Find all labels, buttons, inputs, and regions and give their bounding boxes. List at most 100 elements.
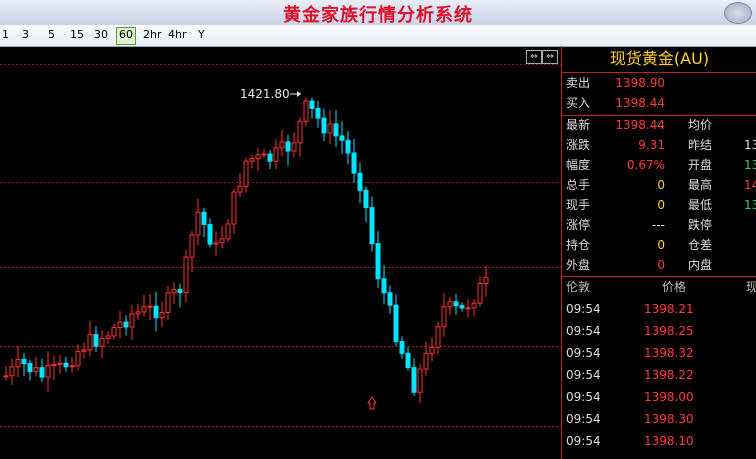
- buy-value: 1398.44: [615, 96, 665, 110]
- quote-row-sell: 卖出 1398.90: [562, 73, 756, 93]
- candle-body: [21, 358, 27, 365]
- candle-body: [189, 234, 195, 258]
- percent-value: 0.67%: [626, 158, 665, 172]
- candle-body: [321, 117, 327, 134]
- candle-body: [399, 341, 405, 354]
- quote-row: 幅度 0.67% 开盘 13: [562, 155, 756, 175]
- tick-time: 09:54: [566, 434, 601, 448]
- candle-body: [249, 158, 255, 162]
- tick-price: 1398.32: [644, 346, 694, 360]
- period-1[interactable]: 1: [0, 27, 11, 43]
- period-3[interactable]: 3: [20, 27, 31, 43]
- chart-grid: [0, 64, 561, 427]
- candle-body: [111, 327, 117, 337]
- candle-body: [351, 152, 357, 174]
- candle-body: [87, 334, 93, 351]
- open-interest-label: 持仓: [566, 238, 591, 252]
- candle-body: [339, 135, 345, 141]
- interest-change-label: 仓差: [688, 238, 713, 252]
- quote-row: 总手 0 最高 14: [562, 175, 756, 195]
- tick-row: 09:54 1398.22: [562, 364, 756, 386]
- candle-body: [93, 334, 99, 347]
- candle-body: [291, 142, 297, 152]
- candle-body: [129, 313, 135, 328]
- candle-body: [357, 172, 363, 191]
- avg-label: 均价: [688, 118, 713, 132]
- period-60[interactable]: 60: [116, 27, 136, 45]
- period-y[interactable]: Y: [196, 27, 207, 43]
- outer-volume-value: 0: [657, 258, 665, 272]
- candle-body: [105, 335, 111, 339]
- candle-body: [255, 154, 261, 160]
- candle-body: [429, 346, 435, 354]
- buy-label: 买入: [566, 96, 591, 110]
- tick-price: 1398.25: [644, 324, 694, 338]
- current-volume-value: 0: [657, 198, 665, 212]
- window-control-button[interactable]: [724, 2, 752, 24]
- tick-row: 09:54 1398.30: [562, 408, 756, 430]
- candle-body: [117, 321, 123, 329]
- candle-body: [333, 123, 339, 137]
- candle-body: [99, 337, 105, 347]
- candle-body: [171, 289, 177, 294]
- high-value: 14: [744, 178, 756, 192]
- quote-row: 持仓 0 仓差: [562, 235, 756, 255]
- quote-row-buy: 买入 1398.44: [562, 93, 756, 113]
- candle-body: [477, 283, 483, 304]
- tick-time: 09:54: [566, 412, 601, 426]
- candle-body: [273, 147, 279, 162]
- quote-row: 涨跌 9.31 昨结 13: [562, 135, 756, 155]
- candle-body: [63, 362, 69, 368]
- candle-body: [315, 107, 321, 119]
- candle-body: [57, 362, 63, 365]
- divider: [562, 276, 756, 277]
- arrows-left-right-icon[interactable]: ⇔: [526, 50, 542, 64]
- candle-body: [453, 301, 459, 307]
- candle-body: [27, 363, 33, 373]
- period-15[interactable]: 15: [68, 27, 86, 43]
- candle-body: [381, 278, 387, 294]
- candles: [3, 97, 489, 404]
- candle-body: [237, 185, 243, 193]
- candle-body: [51, 363, 57, 367]
- prev-settle-value: 13: [744, 138, 756, 152]
- candle-body: [369, 207, 375, 245]
- period-2hr[interactable]: 2hr: [141, 27, 164, 43]
- high-price-label: 1421.80: [240, 87, 290, 101]
- quote-row: 外盘 0 内盘: [562, 255, 756, 275]
- period-4hr[interactable]: 4hr: [166, 27, 189, 43]
- window-title: 黄金家族行情分析系统: [283, 5, 473, 26]
- candle-body: [387, 292, 393, 306]
- low-value: 13: [744, 198, 756, 212]
- percent-label: 幅度: [566, 158, 591, 172]
- candle-body: [219, 238, 225, 244]
- period-5[interactable]: 5: [46, 27, 57, 43]
- candle-body: [183, 256, 189, 293]
- candle-body: [33, 367, 39, 373]
- quote-row: 涨停 --- 跌停: [562, 215, 756, 235]
- candle-body: [267, 153, 273, 162]
- candle-body: [225, 223, 231, 240]
- arrows-left-right-icon[interactable]: ⇔: [542, 50, 558, 64]
- period-toolbar: 1 3 5 15 30 60 2hr 4hr Y: [0, 25, 756, 47]
- candle-body: [135, 311, 141, 315]
- high-price-arrow: [297, 91, 301, 97]
- tick-row: 09:54 1398.32: [562, 342, 756, 364]
- candle-body: [309, 100, 315, 109]
- candle-body: [9, 366, 15, 377]
- outer-volume-label: 外盘: [566, 258, 591, 272]
- up-arrow-icon: [367, 396, 377, 410]
- candle-body: [69, 365, 75, 368]
- quote-row: 现手 0 最低 13: [562, 195, 756, 215]
- period-30[interactable]: 30: [92, 27, 110, 43]
- candle-body: [375, 243, 381, 280]
- candle-body: [363, 189, 369, 209]
- candlestick-chart[interactable]: 1421.80: [0, 46, 561, 459]
- candle-body: [147, 305, 153, 308]
- tick-price: 1398.22: [644, 368, 694, 382]
- candle-body: [279, 141, 285, 149]
- candle-body: [471, 302, 477, 309]
- candle-body: [45, 365, 51, 378]
- change-label: 涨跌: [566, 138, 591, 152]
- candle-body: [153, 305, 159, 319]
